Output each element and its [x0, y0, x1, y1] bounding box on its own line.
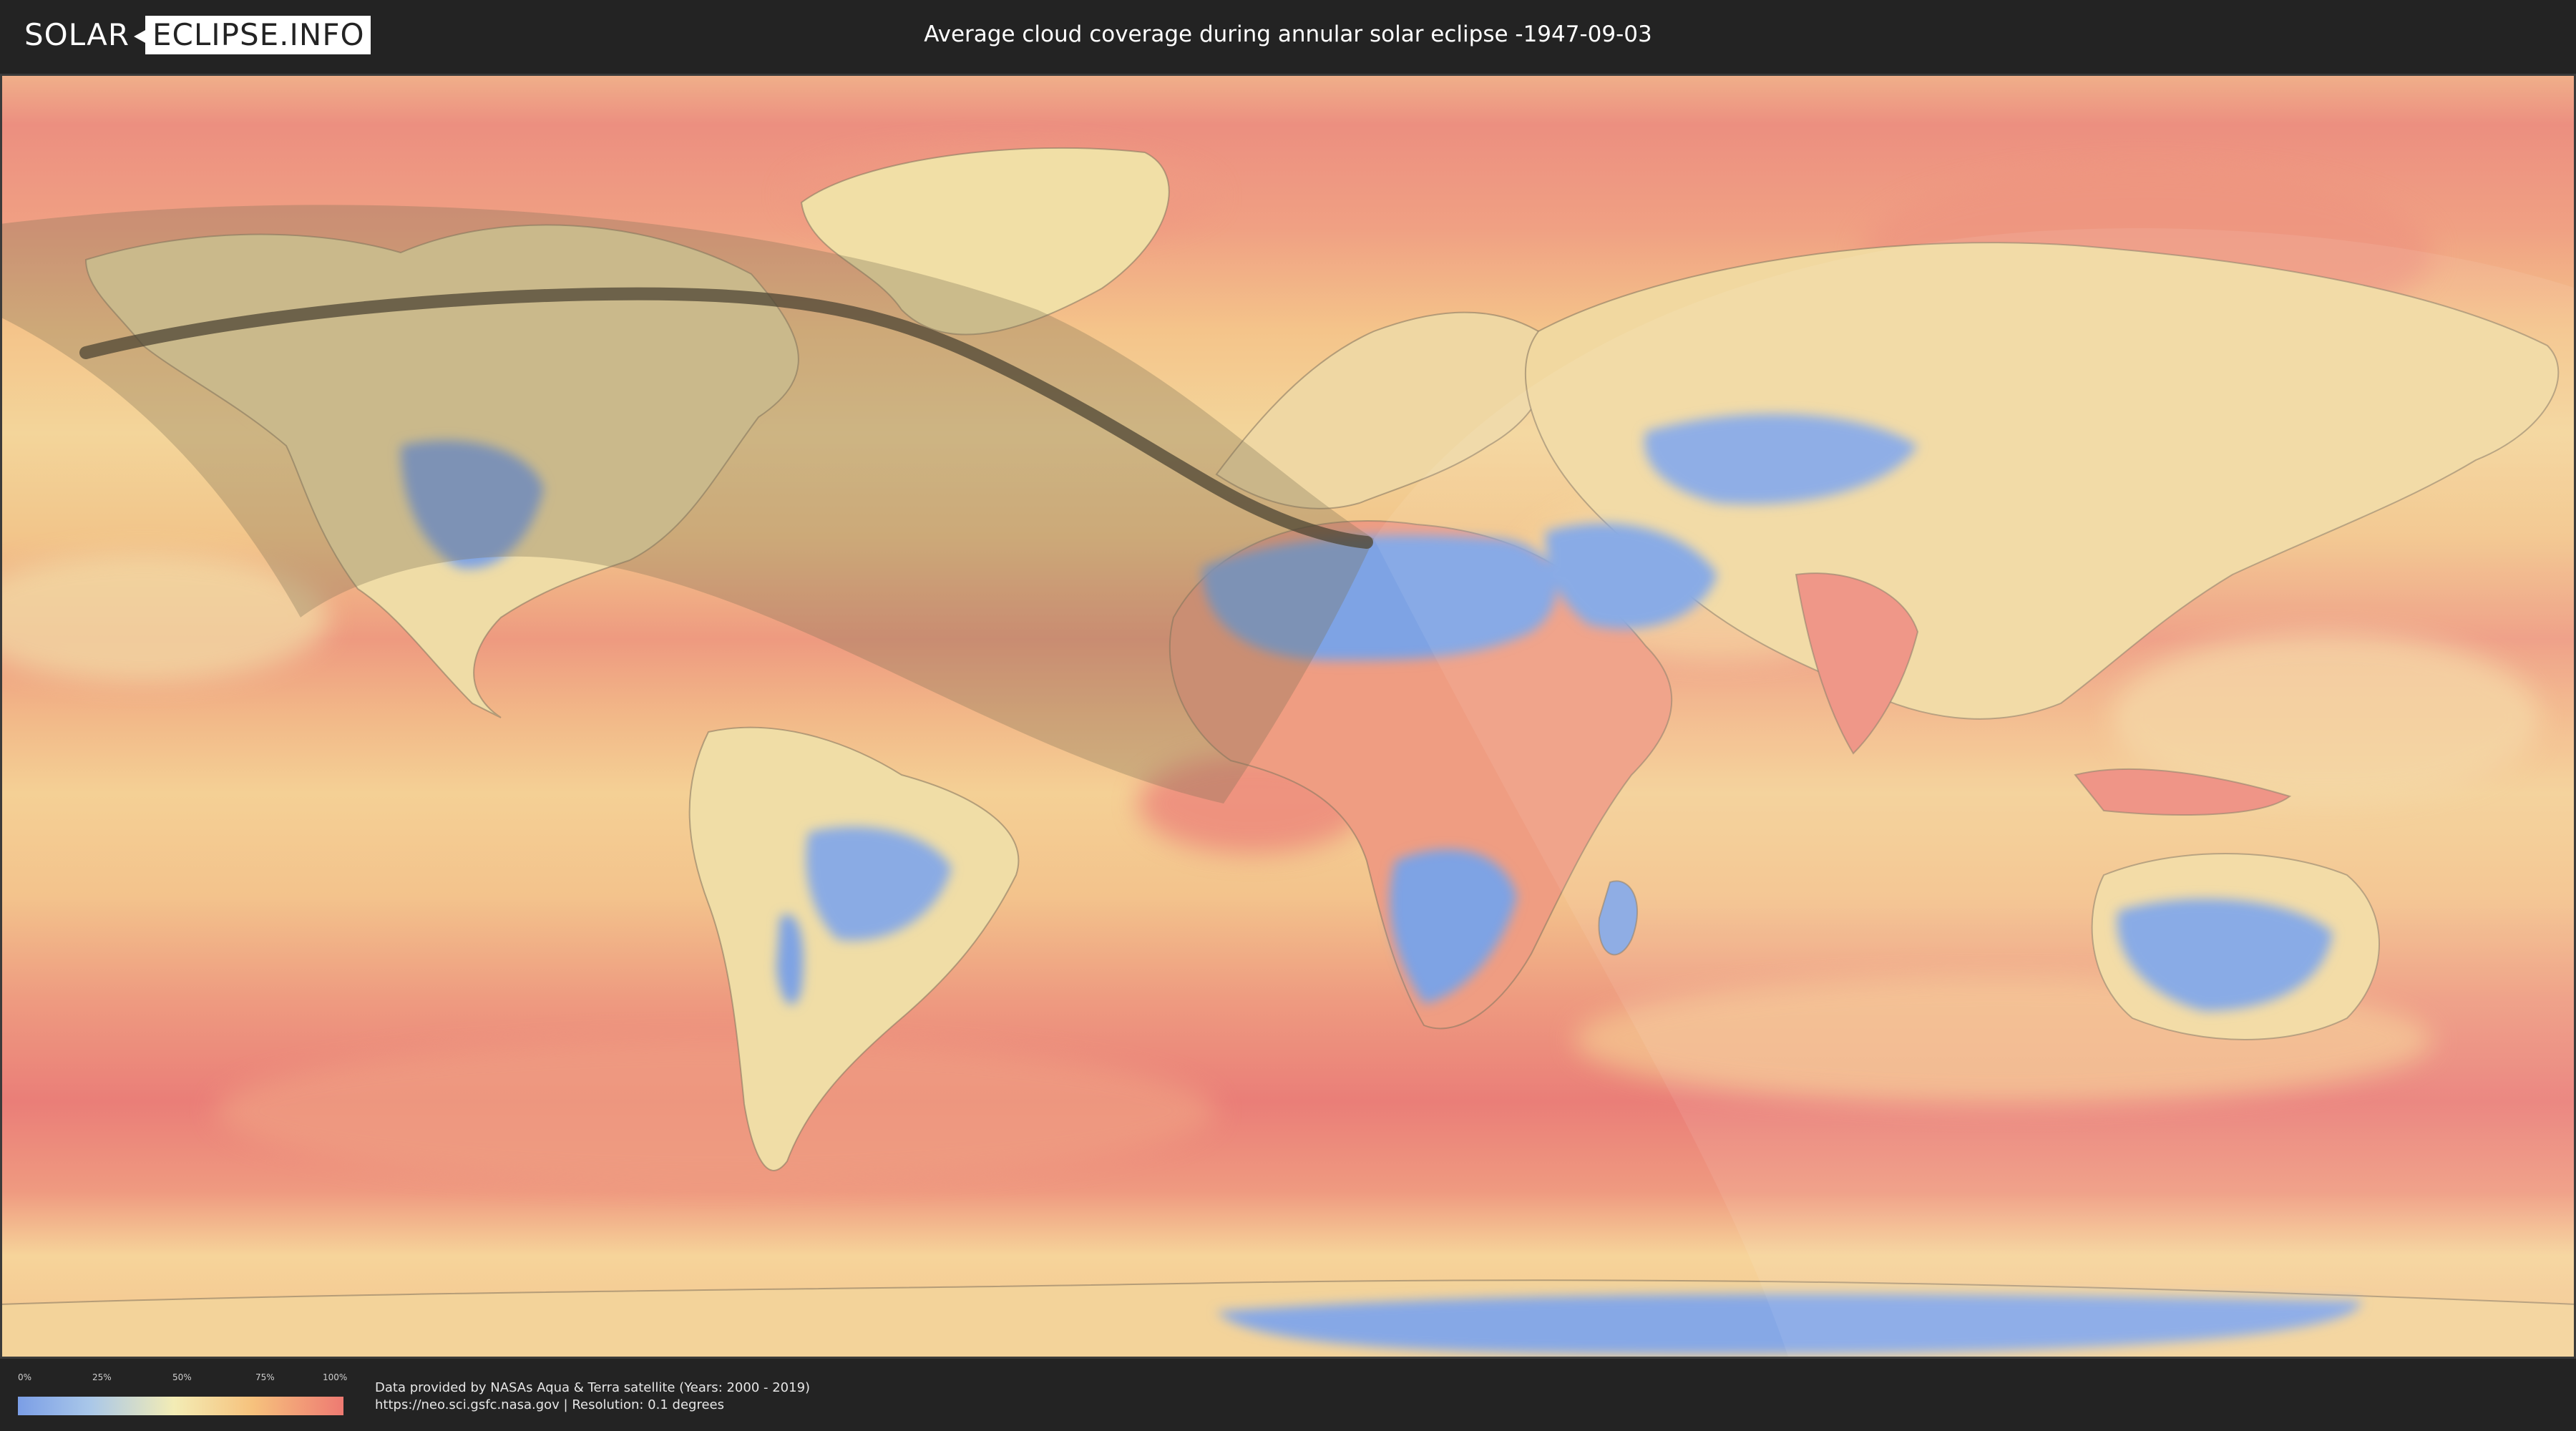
cloud-coverage-legend: 0% 25% 50% 75% 100% [18, 1372, 347, 1417]
header: SOLAR ECLIPSE.INFO Average cloud coverag… [0, 0, 2576, 72]
legend-tick-75: 75% [255, 1372, 275, 1382]
cloud-coverage-map[interactable] [0, 74, 2576, 1359]
legend-tick-100: 100% [323, 1372, 348, 1382]
legend-tick-0: 0% [18, 1372, 32, 1382]
page: SOLAR ECLIPSE.INFO Average cloud coverag… [0, 0, 2576, 1431]
footer: 0% 25% 50% 75% 100% Data provided by NAS… [0, 1359, 2576, 1431]
data-credits: Data provided by NASAs Aqua & Terra sate… [375, 1379, 810, 1414]
credits-line-source: Data provided by NASAs Aqua & Terra sate… [375, 1380, 811, 1395]
page-title: Average cloud coverage during annular so… [924, 21, 1652, 47]
legend-tick-25: 25% [92, 1372, 112, 1382]
legend-tick-50: 50% [172, 1372, 192, 1382]
credits-line-url[interactable]: https://neo.sci.gsfc.nasa.gov | Resoluti… [375, 1397, 810, 1414]
legend-color-bar [18, 1397, 343, 1415]
world-map [0, 74, 2576, 1359]
